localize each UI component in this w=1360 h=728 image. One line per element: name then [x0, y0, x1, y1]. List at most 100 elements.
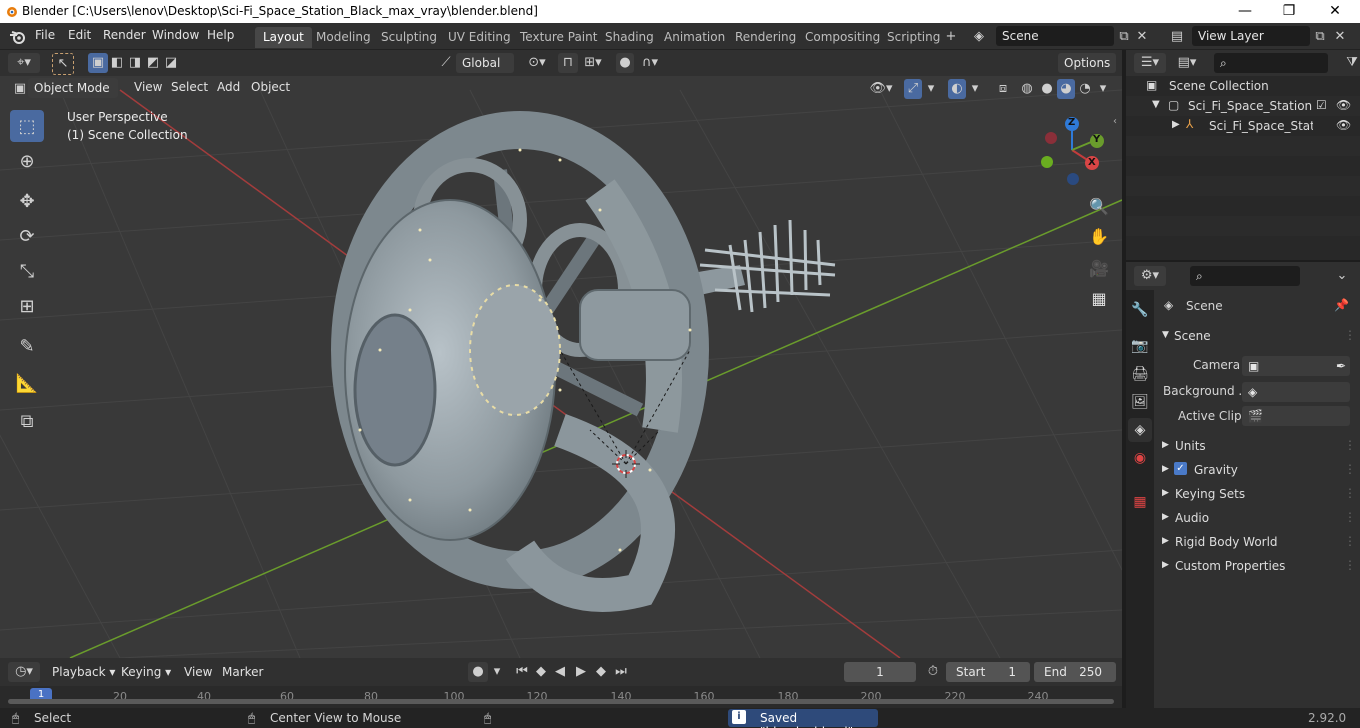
menu-edit[interactable]: Edit: [68, 28, 91, 42]
timeline-editor-type-icon[interactable]: ◷▾: [8, 662, 40, 682]
blender-menu-icon[interactable]: [8, 28, 28, 46]
prev-keyframe-icon[interactable]: ◆: [533, 662, 549, 682]
current-frame-field[interactable]: 1: [844, 662, 916, 682]
object-visibility-eye-icon[interactable]: 👁: [1336, 118, 1351, 132]
editor-type-icon[interactable]: ⌖▾: [8, 53, 40, 73]
visibility-eye-icon[interactable]: 👁: [1336, 98, 1351, 112]
select-mode-intersect-icon[interactable]: ◪: [162, 53, 180, 73]
view-layer-selector[interactable]: View Layer: [1192, 26, 1310, 46]
play-reverse-icon[interactable]: ◀: [552, 662, 568, 682]
viewport-menu-view[interactable]: View: [134, 80, 162, 94]
rotate-tool[interactable]: ⟳: [10, 220, 44, 252]
units-panel-header[interactable]: ▶ Units ⋮⋮: [1158, 436, 1360, 458]
view-layer-tab-icon[interactable]: 🖼: [1128, 390, 1152, 414]
tab-compositing[interactable]: Compositing: [797, 27, 888, 48]
viewport-menu-select[interactable]: Select: [171, 80, 208, 94]
menu-help[interactable]: Help: [207, 28, 234, 42]
camera-field[interactable]: ▣ ✒: [1242, 356, 1350, 376]
next-keyframe-icon[interactable]: ◆: [593, 662, 609, 682]
keying-sets-panel-header[interactable]: ▶ Keying Sets ⋮⋮: [1158, 484, 1360, 506]
object-mode-dropdown[interactable]: Object Mode: [28, 78, 118, 98]
tab-shading[interactable]: Shading: [597, 27, 662, 48]
timeline-scrollbar[interactable]: [8, 699, 1114, 704]
shading-dropdown-icon[interactable]: ▾: [1096, 79, 1110, 99]
shading-material-icon[interactable]: ◕: [1057, 79, 1075, 99]
drag-handle-icon[interactable]: ⋮⋮: [1344, 486, 1360, 500]
rigid-body-world-panel-header[interactable]: ▶ Rigid Body World ⋮⋮: [1158, 532, 1360, 554]
camera-view-icon[interactable]: 🎥: [1085, 254, 1113, 282]
tab-texture-paint[interactable]: Texture Paint: [512, 27, 605, 48]
render-tab-icon[interactable]: 📷: [1128, 334, 1152, 358]
expand-arrow-icon[interactable]: ▼: [1152, 99, 1160, 110]
scene-selector[interactable]: Scene: [996, 26, 1114, 46]
tab-modeling[interactable]: Modeling: [308, 27, 379, 48]
timeline-menu-keying[interactable]: Keying ▾: [121, 665, 171, 679]
viewport-menu-object[interactable]: Object: [251, 80, 290, 94]
jump-end-icon[interactable]: ⏭: [613, 662, 629, 682]
transform-orientation-dropdown[interactable]: Global: [456, 53, 514, 73]
maximize-button[interactable]: ❐: [1266, 0, 1312, 23]
properties-editor-type-icon[interactable]: ⚙▾: [1134, 266, 1166, 286]
gizmo-dropdown-icon[interactable]: ▾: [924, 79, 938, 99]
scale-tool[interactable]: ⤡: [10, 255, 44, 287]
snap-target-icon[interactable]: ⊞▾: [578, 53, 608, 73]
exclude-checkbox[interactable]: ☑: [1316, 98, 1327, 112]
drag-handle-icon[interactable]: ⋮⋮: [1344, 328, 1360, 342]
add-cube-tool[interactable]: ⧉: [10, 405, 44, 437]
overlays-dropdown-icon[interactable]: ▾: [968, 79, 982, 99]
outliner-search-input[interactable]: ⌕: [1214, 53, 1328, 73]
orthographic-toggle-icon[interactable]: ▦: [1085, 284, 1113, 312]
menu-render[interactable]: Render: [103, 28, 146, 42]
gravity-panel-header[interactable]: ▶ ✓ Gravity ⋮⋮: [1158, 460, 1360, 482]
gravity-checkbox[interactable]: ✓: [1174, 462, 1187, 475]
auto-keying-icon[interactable]: ●: [468, 662, 488, 682]
outliner-editor-type-icon[interactable]: ☰▾: [1134, 53, 1166, 73]
pan-view-icon[interactable]: ✋: [1085, 222, 1113, 250]
pivot-point-icon[interactable]: ⊙▾: [524, 53, 550, 73]
background-scene-field[interactable]: ◈: [1242, 382, 1350, 402]
delete-scene-icon[interactable]: ✕: [1134, 27, 1150, 47]
menu-file[interactable]: File: [35, 28, 55, 42]
scene-icon[interactable]: ◈: [966, 27, 992, 47]
world-tab-icon[interactable]: ◉: [1128, 446, 1152, 470]
jump-start-icon[interactable]: ⏮: [514, 662, 530, 682]
drag-handle-icon[interactable]: ⋮⋮: [1344, 558, 1360, 572]
measure-tool[interactable]: 📐: [10, 367, 44, 399]
select-mode-new-icon[interactable]: ▣: [88, 53, 108, 73]
drag-handle-icon[interactable]: ⋮⋮: [1344, 438, 1360, 452]
properties-search-input[interactable]: ⌕: [1190, 266, 1300, 286]
select-mode-invert-icon[interactable]: ◩: [144, 53, 162, 73]
timeline-menu-marker[interactable]: Marker: [222, 665, 263, 679]
collapse-arrow-icon[interactable]: ▶: [1172, 119, 1180, 130]
close-window-button[interactable]: ✕: [1312, 0, 1358, 23]
active-clip-field[interactable]: 🎬: [1242, 406, 1350, 426]
tab-rendering[interactable]: Rendering: [727, 27, 804, 48]
tab-animation[interactable]: Animation: [656, 27, 733, 48]
end-frame-field[interactable]: End 250: [1034, 662, 1116, 682]
filter-icon[interactable]: ⧩: [1344, 53, 1360, 73]
drag-handle-icon[interactable]: ⋮⋮: [1344, 534, 1360, 548]
gizmo-toggle-icon[interactable]: ⤢: [904, 79, 922, 99]
overlays-toggle-icon[interactable]: ◐: [948, 79, 966, 99]
shading-wireframe-icon[interactable]: ◍: [1018, 79, 1036, 99]
proportional-edit-icon[interactable]: ●: [616, 53, 634, 73]
minimize-button[interactable]: —: [1222, 0, 1268, 23]
new-scene-icon[interactable]: ⧉: [1116, 27, 1132, 47]
add-workspace-icon[interactable]: +: [942, 27, 960, 47]
select-mode-subtract-icon[interactable]: ◨: [126, 53, 144, 73]
new-view-layer-icon[interactable]: ⧉: [1312, 27, 1328, 47]
preview-range-icon[interactable]: ⏱: [924, 662, 942, 682]
eyedropper-icon[interactable]: ✒: [1336, 359, 1346, 373]
view-layer-icon[interactable]: ▤: [1162, 27, 1192, 47]
drag-handle-icon[interactable]: ⋮⋮: [1344, 510, 1360, 524]
custom-properties-panel-header[interactable]: ▶ Custom Properties ⋮⋮: [1158, 556, 1360, 578]
audio-panel-header[interactable]: ▶ Audio ⋮⋮: [1158, 508, 1360, 530]
properties-options-icon[interactable]: ⌄: [1334, 266, 1350, 286]
visibility-icon[interactable]: 👁▾: [868, 79, 894, 99]
delete-view-layer-icon[interactable]: ✕: [1332, 27, 1348, 47]
scene-panel-header[interactable]: ▼ Scene ⋮⋮: [1158, 326, 1360, 348]
select-mode-extend-icon[interactable]: ◧: [108, 53, 126, 73]
select-box-tool[interactable]: ⬚: [10, 110, 44, 142]
display-mode-icon[interactable]: ▤▾: [1172, 53, 1202, 73]
scene-tab-icon[interactable]: ◈: [1128, 418, 1152, 442]
